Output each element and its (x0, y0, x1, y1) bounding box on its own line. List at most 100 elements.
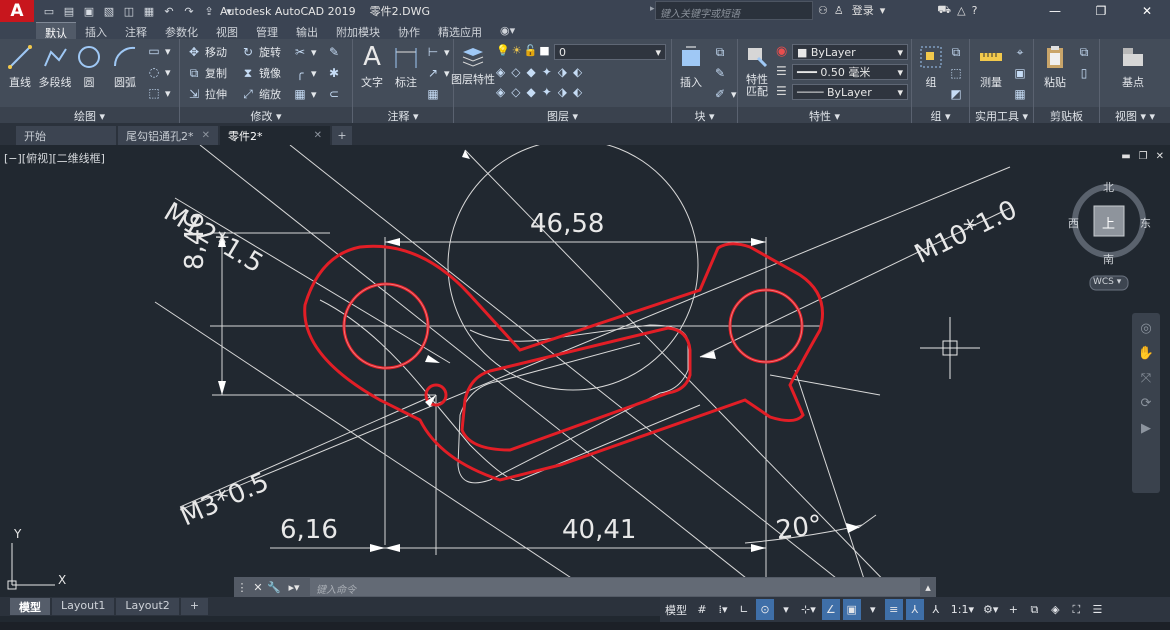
tab-view[interactable]: 视图 (207, 22, 247, 39)
cmd-close-icon[interactable]: ✕ (250, 581, 266, 594)
workspace-gear-icon[interactable]: ⚙▾ (980, 599, 1001, 620)
polar-tracking-icon[interactable]: ⊙ (756, 599, 774, 620)
tab-insert[interactable]: 插入 (76, 22, 116, 39)
insert-block-button[interactable]: 插入 (674, 43, 708, 90)
isolate-objects-icon[interactable]: ⧉ (1025, 599, 1043, 620)
compass-west[interactable]: 西 (1068, 215, 1079, 231)
rectangle-button[interactable]: ▭ ▾ (146, 43, 170, 59)
help-icon[interactable]: ? (972, 4, 978, 17)
tab-featured-apps[interactable]: 精选应用 (429, 22, 491, 39)
tab-collaborate[interactable]: 协作 (389, 22, 429, 39)
mirror-button[interactable]: ⧗ 镜像 (240, 65, 281, 81)
line-button[interactable]: 直线 (3, 43, 37, 90)
binoculars-icon[interactable]: ⚇ (818, 4, 828, 17)
annotation-scale-button[interactable]: 1:1 ▾ (948, 599, 977, 620)
copy-clip-button[interactable]: ⧉ (1076, 44, 1092, 60)
layout-tab-layout1[interactable]: Layout1 (52, 598, 115, 615)
edit-attributes-button[interactable]: ✐ ▾ (712, 86, 737, 102)
object-snap-tracking-icon[interactable]: ∠ (821, 599, 840, 620)
circle-button[interactable]: 圆 (72, 43, 106, 90)
layer-previous-icon[interactable]: ◇ (511, 85, 520, 99)
pan-icon[interactable]: ✋ (1138, 346, 1154, 361)
quick-select-button[interactable]: ▣ (1012, 65, 1028, 81)
grid-icon[interactable]: # (693, 599, 711, 620)
minimize-icon[interactable]: — (1032, 0, 1078, 22)
layer-freeze-icon[interactable]: ✦ (542, 65, 552, 79)
create-block-button[interactable]: ⧉ (712, 44, 728, 60)
trim-button[interactable]: ✂ ▾ (292, 44, 317, 60)
dimension-button[interactable]: 标注 (389, 43, 423, 90)
cart-icon[interactable]: ⛟ (937, 3, 951, 18)
layer-properties-button[interactable]: 图层特性 (451, 43, 495, 86)
layer-thaw-icon[interactable]: ✦ (542, 85, 552, 99)
fillet-button[interactable]: ╭ ▾ (292, 65, 316, 81)
isodraft-icon[interactable]: ⊹▾ (798, 599, 819, 620)
zoom-extents-icon[interactable]: ⤧ (1141, 371, 1151, 386)
object-snap-icon[interactable]: ▣ (842, 599, 861, 620)
polyline-button[interactable]: 多段线 (38, 43, 72, 90)
paste-button[interactable]: 粘贴 (1038, 43, 1072, 90)
stretch-button[interactable]: ⇲ 拉伸 (186, 86, 227, 102)
drawing-viewport[interactable]: [−][俯视][二维线框] ▬ ❐ ✕ 46,58 8,46 6,16 40,4… (0, 145, 1170, 597)
lock-icon[interactable]: 🔓 (524, 44, 538, 57)
layer-unisolate-icon[interactable]: ◇ (511, 65, 520, 79)
group-button[interactable]: 组 (914, 43, 948, 90)
login-button[interactable]: 登录 (852, 2, 874, 18)
wcs-label[interactable]: WCS ▾ (1093, 277, 1121, 287)
lineweight-dropdown[interactable]: ━━━ 0.50 毫米 ▾ (792, 64, 908, 80)
doc-tab-file1[interactable]: 尾勾铝通孔2* ✕ (118, 126, 218, 145)
hardware-accel-icon[interactable]: ◈ (1046, 599, 1064, 620)
polar-dropdown-icon[interactable]: ▾ (777, 599, 795, 620)
table-button[interactable]: ▦ (425, 86, 441, 102)
bulb-icon[interactable]: 💡 (496, 44, 510, 57)
cmd-history-icon[interactable]: ▴ (920, 581, 936, 594)
group-select-button[interactable]: ◩ (948, 86, 964, 102)
layer-match-icon[interactable]: ⬖ (573, 65, 582, 79)
snap-icon[interactable]: ⁞▾ (714, 599, 732, 620)
ribbon-options-icon[interactable]: ◉▾ (491, 22, 524, 39)
tab-output[interactable]: 输出 (287, 22, 327, 39)
tab-default[interactable]: 默认 (36, 22, 76, 40)
layer-walk-icon[interactable]: ◈ (496, 85, 505, 99)
base-view-button[interactable]: 基点 (1116, 43, 1150, 90)
add-icon[interactable]: + (1004, 599, 1022, 620)
measure-button[interactable]: 测量 (974, 43, 1008, 90)
scale-button[interactable]: ⤢ 缩放 (240, 86, 281, 102)
linetype-dropdown[interactable]: ──── ByLayer ▾ (792, 84, 908, 100)
restore-icon[interactable]: ❐ (1078, 0, 1124, 22)
ungroup-button[interactable]: ⧉ (948, 44, 964, 60)
calculator-button[interactable]: ▦ (1012, 86, 1028, 102)
match-properties-button[interactable]: 特性 匹配 (740, 43, 774, 98)
layout-tab-model[interactable]: 模型 (10, 598, 50, 615)
copy-button[interactable]: ⧉ 复制 (186, 65, 227, 81)
ortho-icon[interactable]: ∟ (735, 599, 753, 620)
new-tab-button[interactable]: + (332, 126, 352, 145)
tab-manage[interactable]: 管理 (247, 22, 287, 39)
region-button[interactable]: ⬚ ▾ (146, 85, 170, 101)
compass-south[interactable]: 南 (1103, 251, 1114, 267)
rotate-button[interactable]: ↻ 旋转 (240, 44, 281, 60)
arc-button[interactable]: 圆弧 (108, 43, 142, 90)
autodesk-app-icon[interactable]: △ (957, 4, 965, 17)
offset-button[interactable]: ⊂ (326, 86, 342, 102)
login-dropdown-icon[interactable]: ▾ (880, 4, 886, 17)
array-button[interactable]: ▦ ▾ (292, 86, 316, 102)
close-tab-icon[interactable]: ✕ (314, 130, 322, 141)
model-space-button[interactable]: 模型 (662, 599, 690, 620)
tab-addins[interactable]: 附加模块 (327, 22, 389, 39)
group-edit-button[interactable]: ⬚ (948, 65, 964, 81)
layer-iso-icon[interactable]: ◈ (496, 65, 505, 79)
grip-icon[interactable]: ⋮ (234, 581, 250, 594)
layer-off-icon[interactable]: ◆ (526, 65, 535, 79)
user-icon[interactable]: ♙ (834, 4, 844, 17)
layer-unlock-icon[interactable]: ⬗ (558, 85, 567, 99)
close-icon[interactable]: ✕ (1124, 0, 1170, 22)
compass-east[interactable]: 东 (1140, 215, 1151, 231)
lineweight-display-icon[interactable]: ≡ (884, 599, 903, 620)
linear-dim-button[interactable]: ⊢ ▾ (425, 44, 450, 60)
cmd-recent-icon[interactable]: ▸▾ (282, 581, 306, 594)
tab-parametric[interactable]: 参数化 (156, 22, 207, 39)
orbit-icon[interactable]: ⟳ (1141, 396, 1152, 411)
doc-tab-file2[interactable]: 零件2* ✕ (220, 126, 330, 145)
layout-tab-layout2[interactable]: Layout2 (116, 598, 179, 615)
